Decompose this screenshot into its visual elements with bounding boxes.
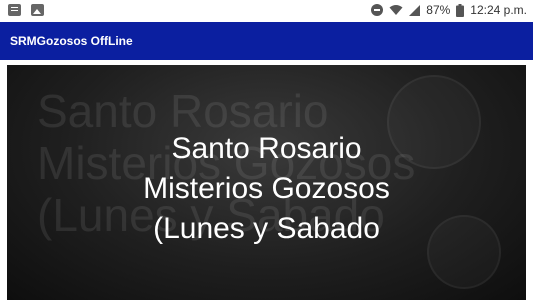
banner-title: Santo Rosario Misterios Gozosos (Lunes y… bbox=[7, 129, 526, 249]
signal-icon bbox=[409, 4, 421, 16]
banner-title-line-1: Santo Rosario bbox=[171, 132, 362, 165]
battery-percent: 87% bbox=[426, 3, 451, 17]
image-notification-icon bbox=[31, 4, 44, 16]
battery-icon bbox=[456, 3, 465, 17]
content-area: Santo Rosario Misterios Gozosos (Lunes y… bbox=[0, 60, 533, 300]
app-screen: 87% 12:24 p.m. SRMGozosos OffLine Santo … bbox=[0, 0, 533, 300]
app-title: SRMGozosos OffLine bbox=[10, 34, 133, 48]
status-bar: 87% 12:24 p.m. bbox=[0, 0, 533, 22]
banner-title-line-2: Misterios Gozosos bbox=[143, 172, 390, 205]
notification-icons bbox=[8, 4, 44, 16]
do-not-disturb-icon bbox=[371, 4, 384, 16]
title-banner-image[interactable]: Santo Rosario Misterios Gozosos (Lunes y… bbox=[7, 65, 526, 300]
wifi-icon bbox=[389, 4, 403, 16]
system-indicators: 87% 12:24 p.m. bbox=[371, 3, 527, 17]
clock: 12:24 p.m. bbox=[470, 3, 527, 17]
banner-title-line-3: (Lunes y Sabado bbox=[153, 212, 380, 245]
doc-notification-icon bbox=[8, 4, 21, 16]
app-bar: SRMGozosos OffLine bbox=[0, 22, 533, 60]
